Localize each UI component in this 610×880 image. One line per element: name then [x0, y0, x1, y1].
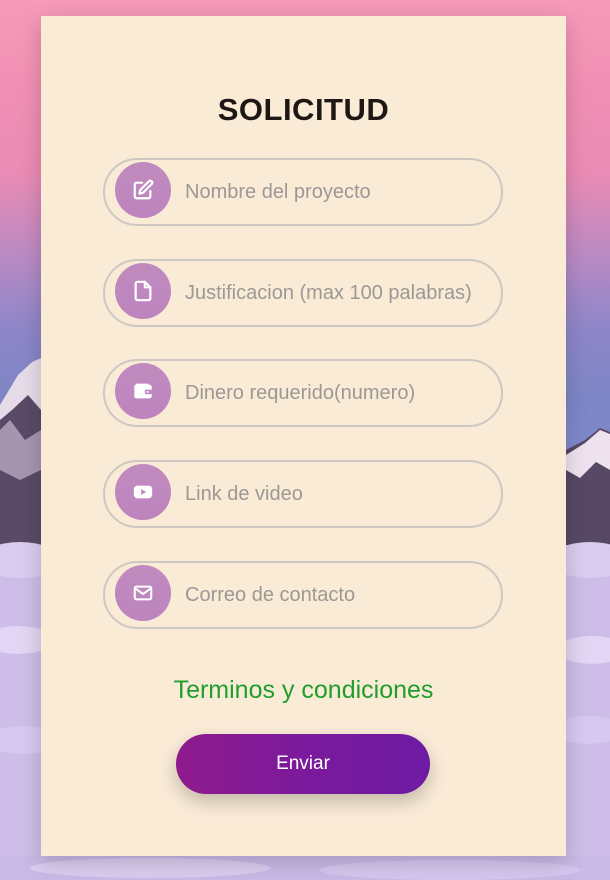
- edit-icon: [115, 162, 171, 218]
- youtube-icon: [115, 464, 171, 520]
- file-icon: [115, 263, 171, 319]
- project-name-input[interactable]: [185, 160, 485, 224]
- wallet-icon: [115, 363, 171, 419]
- envelope-icon: [115, 565, 171, 621]
- justification-field: [103, 259, 503, 327]
- form-title: SOLICITUD: [217, 92, 390, 127]
- justification-input[interactable]: [185, 261, 485, 325]
- terms-and-conditions-link[interactable]: Terminos y condiciones: [41, 676, 566, 705]
- contact-email-input[interactable]: [185, 563, 485, 627]
- money-required-field: [103, 359, 503, 427]
- project-name-field: [103, 158, 503, 226]
- request-form-card: SOLICITUD Nombre del proyecto Justificac…: [41, 16, 566, 856]
- submit-button[interactable]: Enviar: [176, 734, 430, 794]
- video-link-field: [103, 460, 503, 528]
- money-required-input[interactable]: [185, 361, 485, 425]
- contact-email-field: [103, 561, 503, 629]
- video-link-input[interactable]: [185, 462, 485, 526]
